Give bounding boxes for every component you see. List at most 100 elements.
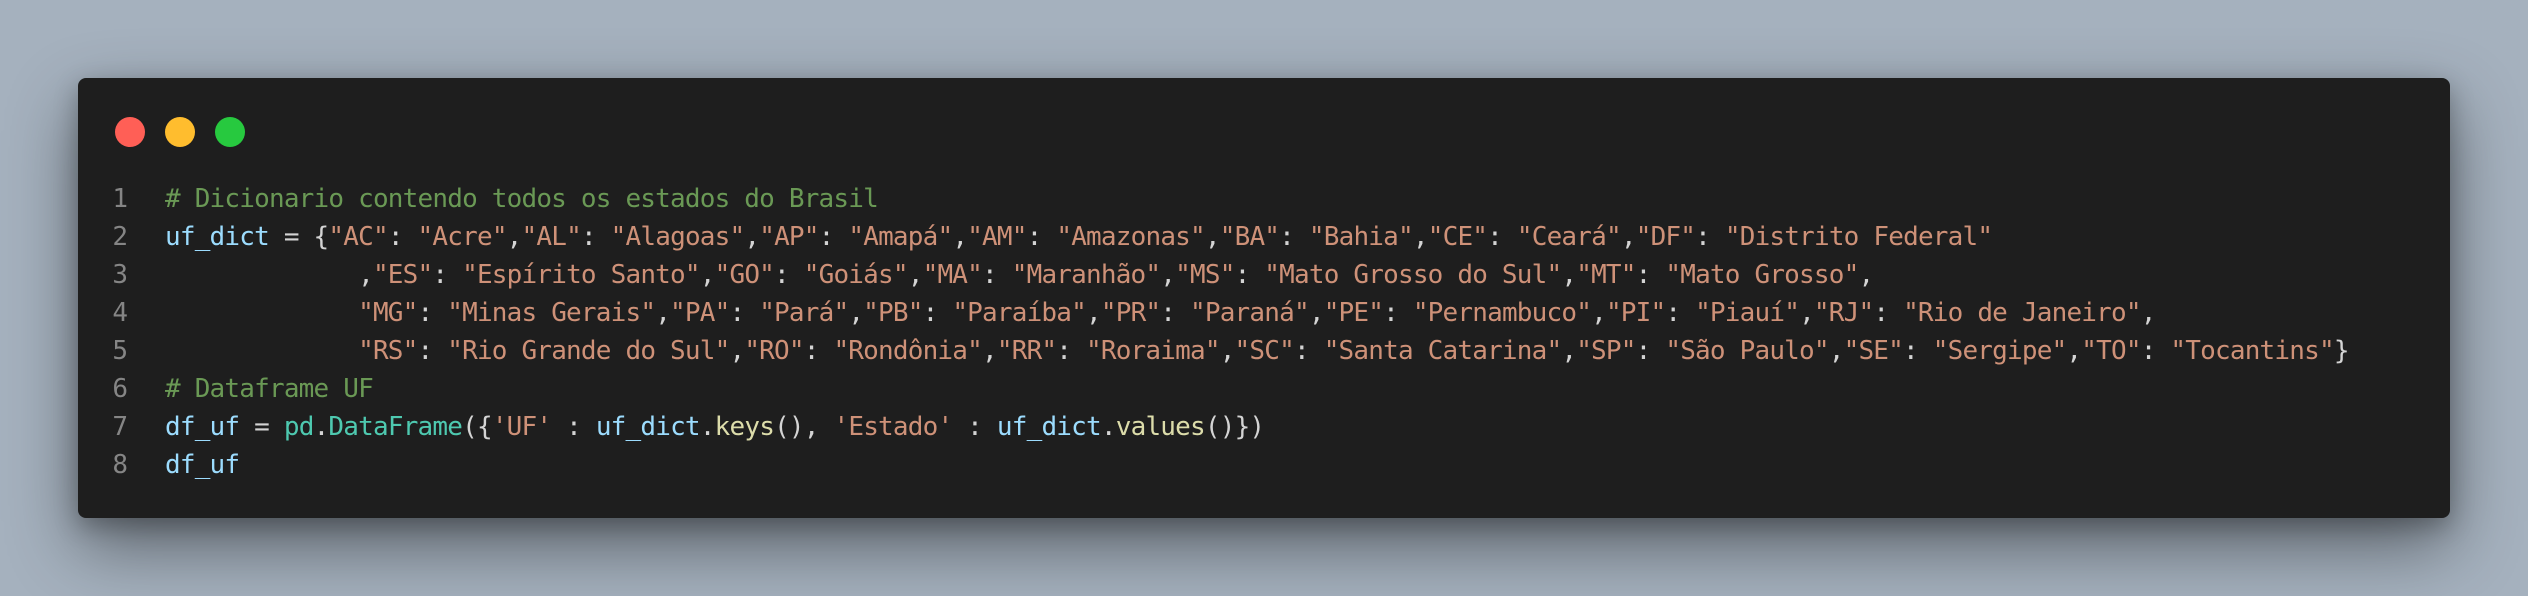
code-token: "Sergipe" <box>1932 336 2067 366</box>
code-token: "RJ" <box>1813 298 1874 328</box>
code-token: : <box>417 336 448 366</box>
code-token: = { <box>268 222 329 252</box>
line-number: 7 <box>112 412 128 442</box>
code-token: "SE" <box>1843 336 1904 366</box>
code-token: "CE" <box>1427 222 1488 252</box>
code-token: : <box>417 298 448 328</box>
code-token: "GO" <box>714 260 775 290</box>
code-token: "Goiás" <box>803 260 909 290</box>
code-line: 2 uf_dict = {"AC": "Acre","AL": "Alagoas"… <box>78 218 2450 256</box>
code-token: "Rio de Janeiro" <box>1903 298 2141 328</box>
code-token: : <box>432 260 463 290</box>
code-token: "Mato Grosso do Sul" <box>1264 260 1562 290</box>
code-token: "MA" <box>922 260 983 290</box>
code-token: . <box>1100 412 1117 442</box>
code-token: : <box>1487 222 1517 252</box>
code-token: "RR" <box>996 336 1057 366</box>
code-token: , <box>1160 260 1176 290</box>
code-token: "Minas Gerais" <box>447 298 656 328</box>
minimize-button[interactable] <box>165 117 195 147</box>
code-token: } <box>2333 336 2350 366</box>
code-token: , <box>848 298 864 328</box>
code-line: 4 "MG": "Minas Gerais","PA": "Pará","PB"… <box>78 294 2450 332</box>
code-token: . <box>313 412 330 442</box>
line-number: 3 <box>112 260 128 290</box>
code-token: uf_dict <box>595 412 701 442</box>
code-token: (), <box>774 412 834 442</box>
code-token: "Mato Grosso" <box>1665 260 1859 290</box>
code-line: 3 ,"ES": "Espírito Santo","GO": "Goiás",… <box>78 256 2450 294</box>
code-line: 7 df_uf = pd.DataFrame({'UF' : uf_dict.ke… <box>78 408 2450 446</box>
code-token: : <box>387 222 418 252</box>
code-token: pd <box>283 412 315 442</box>
code-token: "RS" <box>358 336 418 366</box>
code-token: uf_dict <box>165 222 270 252</box>
code-text: uf_dict = {"AC": "Acre","AL": "Alagoas",… <box>165 218 1993 256</box>
code-token: : <box>1635 336 1666 366</box>
maximize-button[interactable] <box>215 117 245 147</box>
code-token: , <box>1799 298 1815 328</box>
code-token: 'Estado' <box>833 412 954 442</box>
code-token: : <box>774 260 804 290</box>
code-token: , <box>1591 298 1607 328</box>
code-token: , <box>1219 336 1236 366</box>
code-token: "Bahia" <box>1308 222 1414 252</box>
code-token: "Paraíba" <box>952 298 1086 328</box>
code-token: df_uf <box>165 450 240 480</box>
code-token: "Tocantins" <box>2170 336 2334 366</box>
code-token: . <box>699 412 716 442</box>
code-token: "PI" <box>1605 298 1666 328</box>
code-token: "Acre" <box>417 222 508 252</box>
code-token: DataFrame <box>328 412 463 442</box>
code-token: "Roraima" <box>1086 336 1220 366</box>
code-token: : <box>1279 222 1309 252</box>
code-token: : <box>1026 222 1057 252</box>
code-text: df_uf <box>165 446 240 484</box>
code-token: , <box>165 260 374 290</box>
code-token: ({ <box>462 412 493 442</box>
code-token: "Amapá" <box>848 222 953 252</box>
code-token: "MT" <box>1576 260 1636 290</box>
code-token: "Piauí" <box>1695 298 1800 328</box>
code-token: "AP" <box>759 222 819 252</box>
code-token: , <box>1308 298 1325 328</box>
code-token: "Distrito Federal" <box>1724 222 1993 252</box>
code-token: "AM" <box>967 222 1027 252</box>
code-token: "TO" <box>2081 336 2141 366</box>
line-number: 8 <box>112 450 128 480</box>
code-token: , <box>1561 336 1577 366</box>
code-token: : <box>1903 336 1933 366</box>
code-token: "PB" <box>863 298 923 328</box>
code-token: "RO" <box>744 336 804 366</box>
close-button[interactable] <box>115 117 145 147</box>
line-number: 6 <box>112 374 128 404</box>
code-token: , <box>952 222 968 252</box>
code-token: "Alagoas" <box>610 222 745 252</box>
code-token: , <box>744 222 760 252</box>
code-token: : <box>729 298 760 328</box>
code-text: df_uf = pd.DataFrame({'UF' : uf_dict.key… <box>165 408 1265 446</box>
code-token: : <box>922 298 953 328</box>
code-token: keys <box>714 412 775 442</box>
line-number: 5 <box>112 336 128 366</box>
code-token: "PA" <box>670 298 730 328</box>
code-token: "MS" <box>1175 260 1235 290</box>
code-text: # Dicionario contendo todos os estados d… <box>165 180 879 218</box>
code-token: "SC" <box>1234 336 1295 366</box>
code-line: 5 "RS": "Rio Grande do Sul","RO": "Rondô… <box>78 332 2450 370</box>
code-editor[interactable]: 1 # Dicionario contendo todos os estados … <box>78 180 2450 484</box>
code-token: : <box>982 260 1012 290</box>
code-text: "RS": "Rio Grande do Sul","RO": "Rondôni… <box>165 332 2349 370</box>
code-token: "Santa Catarina" <box>1323 336 1562 366</box>
code-token: : <box>1695 222 1725 252</box>
code-text: "MG": "Minas Gerais","PA": "Pará","PB": … <box>165 294 2156 332</box>
code-token: : <box>818 222 849 252</box>
code-token: : <box>580 222 611 252</box>
code-token: "SP" <box>1576 336 1636 366</box>
code-token: , <box>2066 336 2082 366</box>
line-number: 2 <box>112 222 128 252</box>
code-token: "Paraná" <box>1190 298 1310 328</box>
code-token: "MG" <box>358 298 418 328</box>
code-line: 8 df_uf <box>78 446 2450 484</box>
